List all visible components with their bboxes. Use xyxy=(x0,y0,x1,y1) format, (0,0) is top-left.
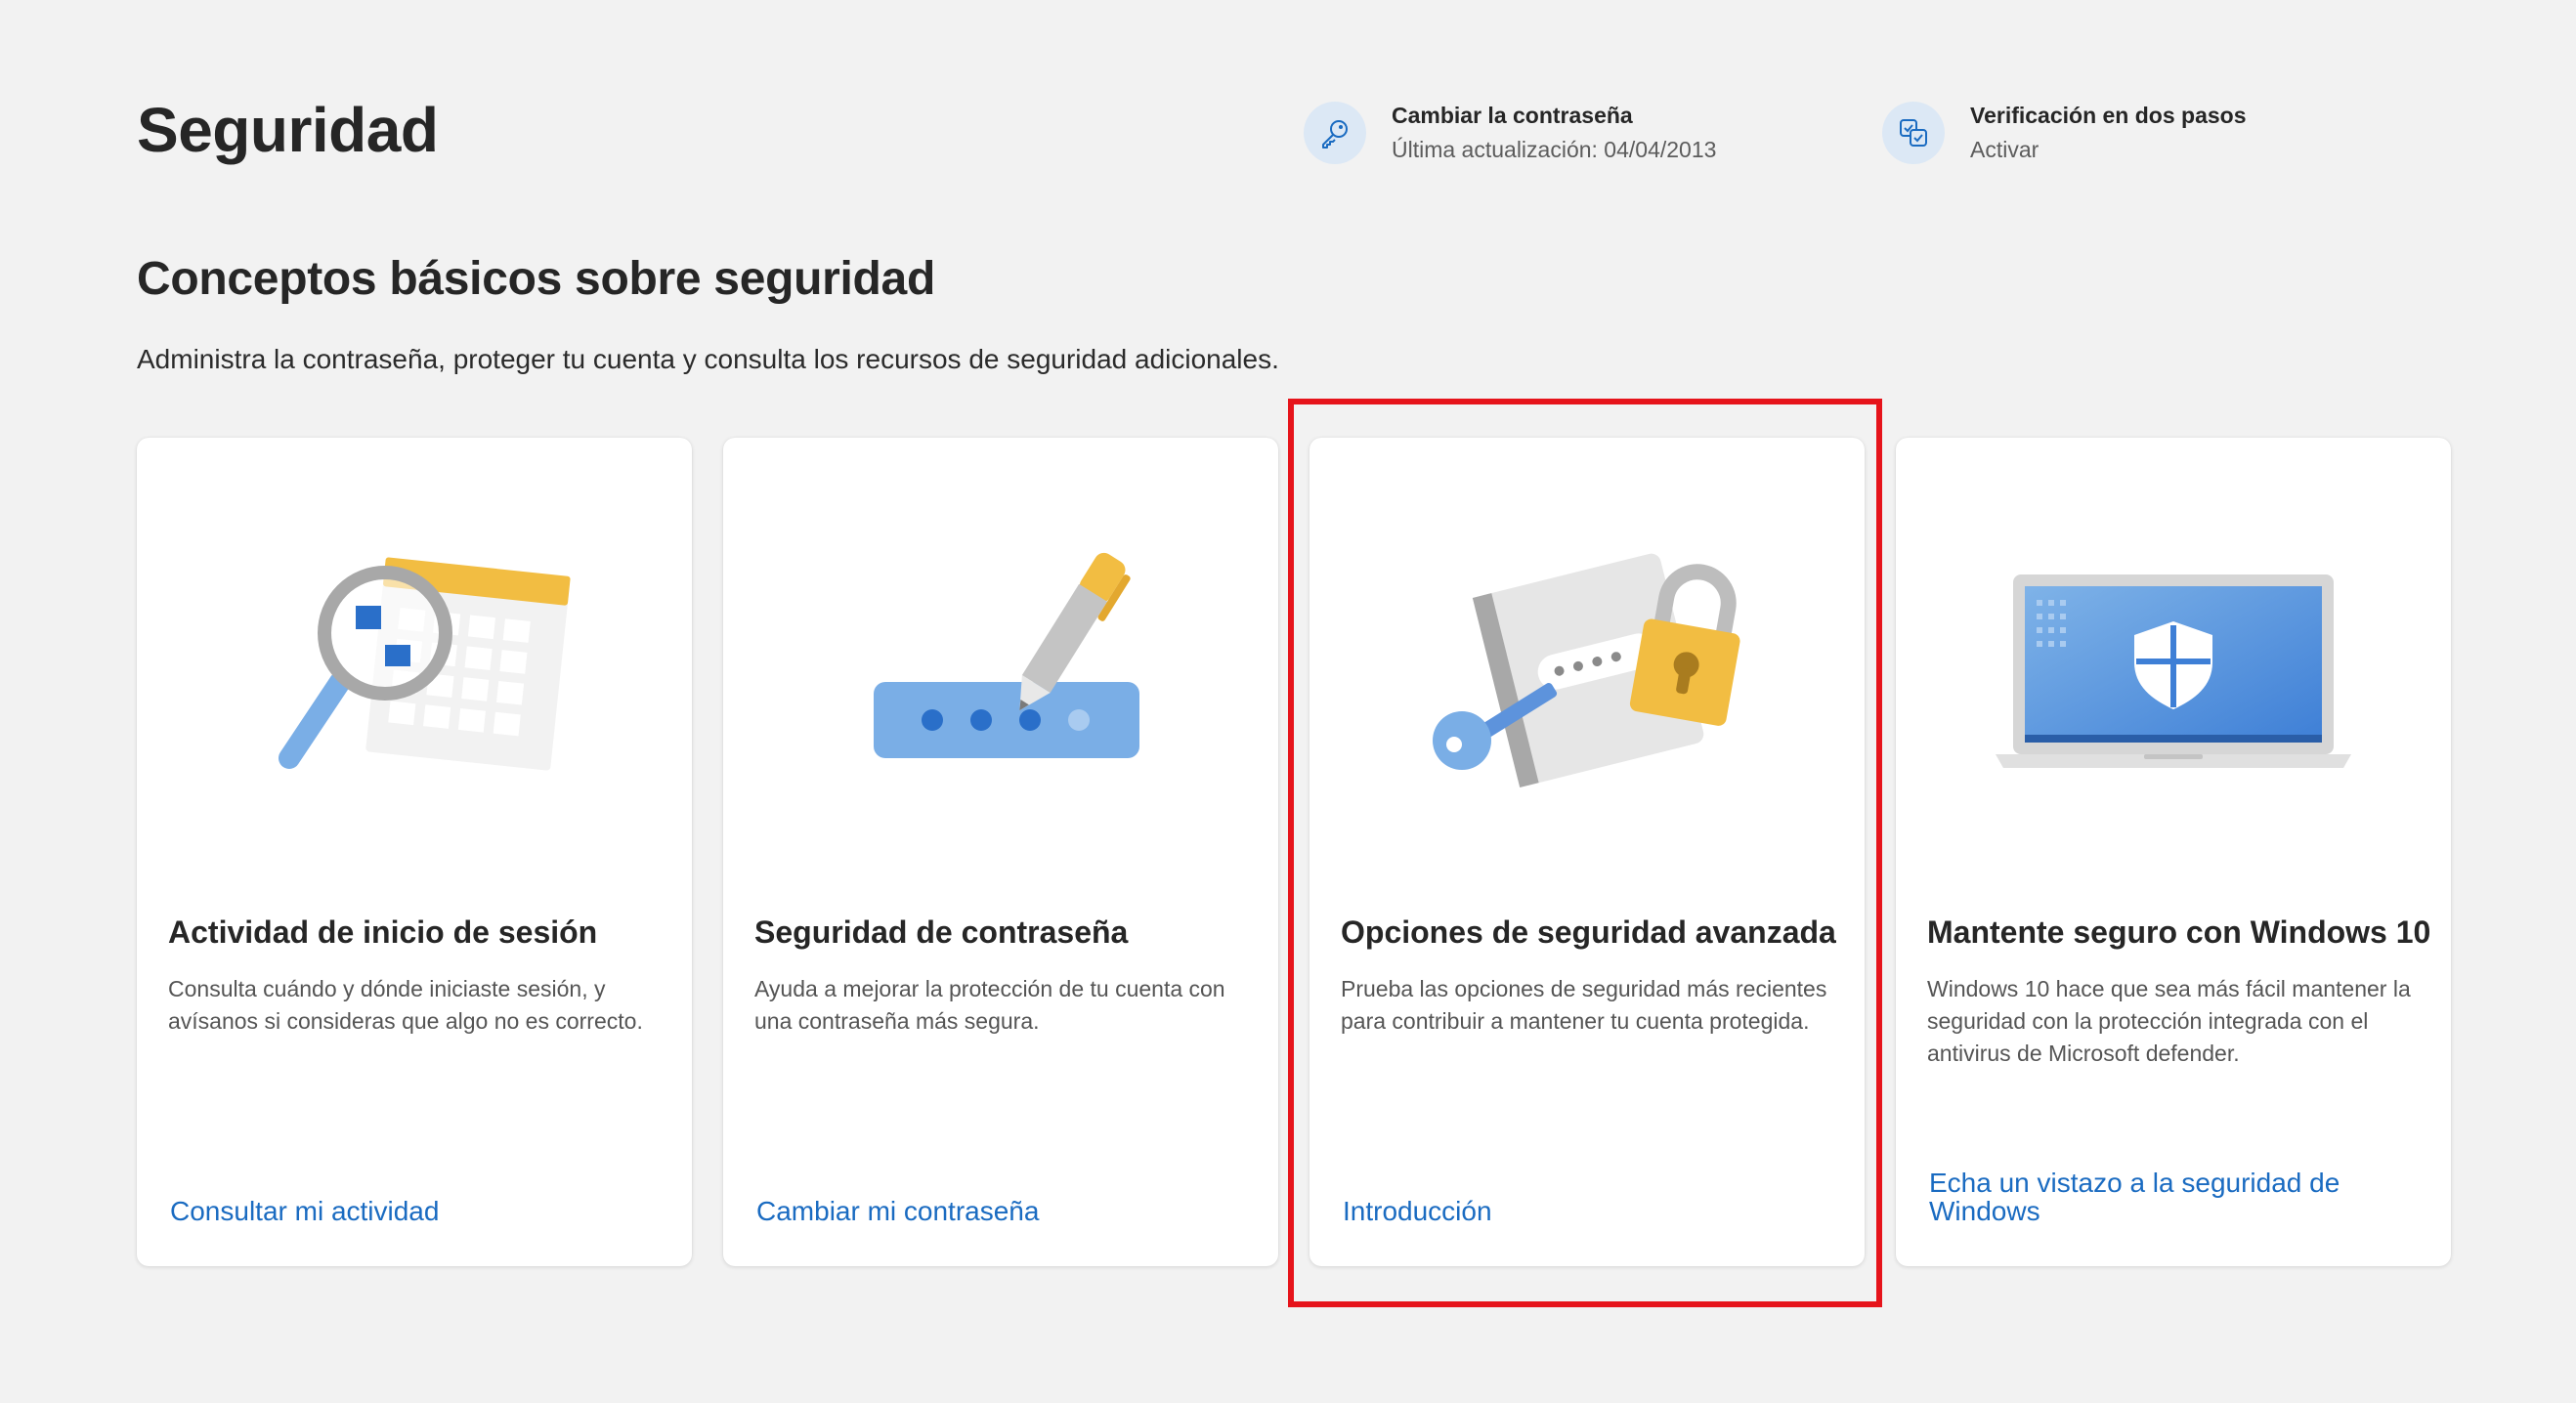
two-step-verification-subtitle: Activar xyxy=(1970,137,2039,162)
advanced-security-card: Opciones de seguridad avanzada Prueba la… xyxy=(1309,438,1865,1266)
windows-security-card: Mantente seguro con Windows 10 Windows 1… xyxy=(1896,438,2451,1266)
view-my-activity-link[interactable]: Consultar mi actividad xyxy=(170,1197,663,1225)
sign-in-activity-card: Actividad de inicio de sesión Consulta c… xyxy=(137,438,692,1266)
windows-security-link[interactable]: Echa un vistazo a la seguridad de Window… xyxy=(1929,1169,2422,1225)
section-title: Conceptos básicos sobre seguridad xyxy=(137,253,935,305)
card-description: Ayuda a mejorar la protección de tu cuen… xyxy=(754,976,1225,1034)
page-title: Seguridad xyxy=(137,95,439,165)
laptop-shield-illustration xyxy=(1896,535,2451,789)
key-notebook-lock-illustration xyxy=(1309,535,1865,789)
two-step-verification-title: Verificación en dos pasos xyxy=(1970,103,2247,128)
card-title: Opciones de seguridad avanzada xyxy=(1341,914,1836,950)
section-description: Administra la contraseña, proteger tu cu… xyxy=(137,344,1279,374)
two-step-verification-icon xyxy=(1882,102,1945,164)
get-started-link[interactable]: Introducción xyxy=(1343,1197,1835,1225)
card-title: Actividad de inicio de sesión xyxy=(168,914,598,950)
card-title: Mantente seguro con Windows 10 xyxy=(1927,914,2431,950)
magnifier-calendar-illustration xyxy=(137,535,692,789)
password-security-card: Seguridad de contraseña Ayuda a mejorar … xyxy=(723,438,1278,1266)
card-title: Seguridad de contraseña xyxy=(754,914,1129,950)
change-my-password-link[interactable]: Cambiar mi contraseña xyxy=(756,1197,1249,1225)
card-description: Windows 10 hace que sea más fácil manten… xyxy=(1927,976,2411,1066)
change-password-title: Cambiar la contraseña xyxy=(1392,103,1633,128)
key-icon xyxy=(1304,102,1366,164)
password-pen-illustration xyxy=(723,535,1278,789)
card-description: Consulta cuándo y dónde iniciaste sesión… xyxy=(168,976,643,1034)
card-description: Prueba las opciones de seguridad más rec… xyxy=(1341,976,1827,1034)
two-step-verification-action[interactable]: Verificación en dos pasos Activar xyxy=(1882,102,2247,164)
change-password-action[interactable]: Cambiar la contraseña Última actualizaci… xyxy=(1304,102,1716,164)
change-password-subtitle: Última actualización: 04/04/2013 xyxy=(1392,137,1717,162)
